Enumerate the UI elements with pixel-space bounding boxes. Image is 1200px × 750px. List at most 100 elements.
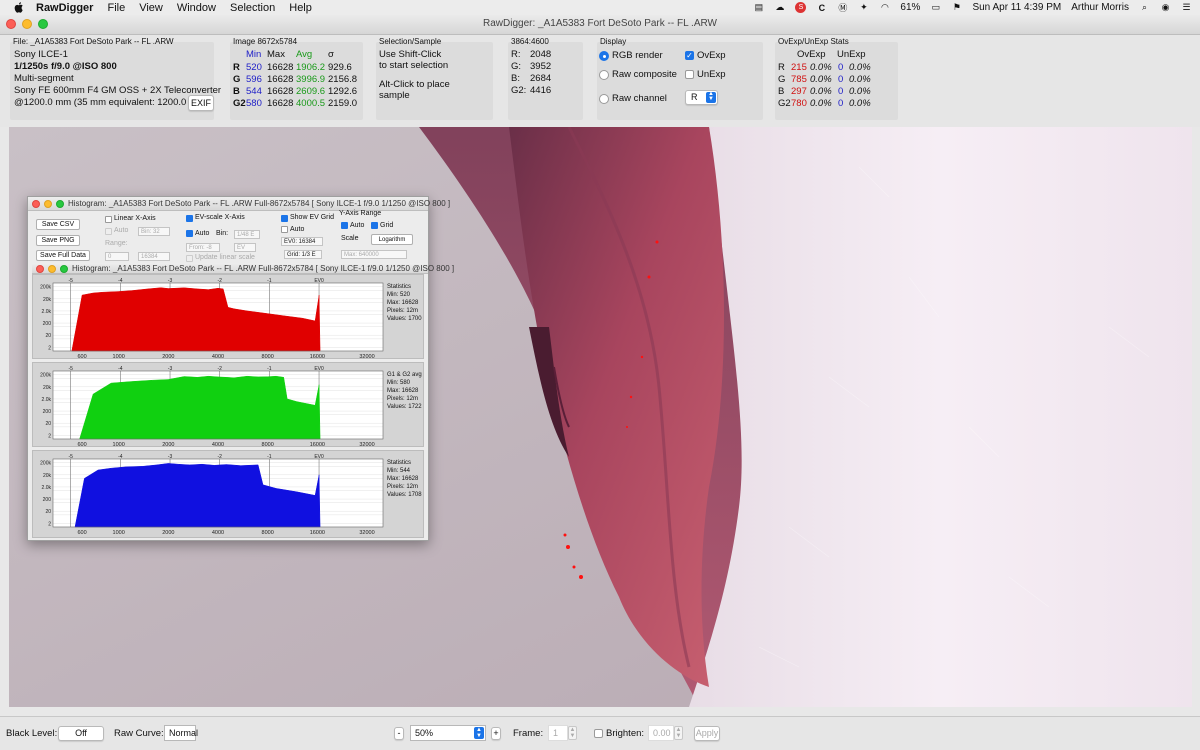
file-label: File: _A1A5383 Fort DeSoto Park -- FL .A… (13, 37, 174, 46)
frame-field[interactable]: 1 (548, 725, 568, 741)
raw-composite-label[interactable]: Raw composite (612, 69, 677, 80)
bird-icon[interactable]: ✦ (858, 2, 869, 13)
histogram-title: Histogram: _A1A5383 Fort DeSoto Park -- … (68, 199, 451, 208)
scale-select[interactable]: Logarithm (371, 234, 413, 245)
show-ev-grid-checkbox[interactable] (281, 215, 288, 222)
save-full-data-button[interactable]: Save Full Data (36, 250, 90, 261)
menu-file[interactable]: File (107, 2, 125, 14)
histogram-titlebar: Histogram: _A1A5383 Fort DeSoto Park -- … (28, 197, 450, 211)
file-info-panel: File: _A1A5383 Fort DeSoto Park -- FL .A… (10, 37, 221, 120)
raw-channel-label[interactable]: Raw channel (612, 93, 667, 104)
histogram-minimize-button[interactable] (44, 200, 52, 208)
y-grid-checkbox[interactable] (371, 222, 378, 229)
ov-row-ch: R (778, 62, 785, 73)
show-ev-grid-label[interactable]: Show EV Grid (290, 214, 334, 221)
histogram-front-zoom-button[interactable] (60, 265, 68, 273)
black-level-button[interactable]: Off (58, 726, 104, 741)
rgb-render-radio[interactable] (599, 51, 609, 61)
ovexp-checkbox[interactable]: ✓ (685, 51, 694, 60)
exif-button[interactable]: EXIF (188, 95, 214, 111)
c-icon[interactable]: C (816, 2, 827, 13)
ovexp-label[interactable]: OvExp (697, 50, 726, 61)
menu-clock[interactable]: Sun Apr 11 4:39 PM (972, 2, 1061, 13)
range-to-field[interactable]: 16384 (138, 252, 170, 261)
ev-auto-checkbox[interactable] (186, 230, 193, 237)
histogram-close-button[interactable] (32, 200, 40, 208)
y-max-field[interactable]: Max: 640000 (341, 250, 407, 259)
apple-menu-icon[interactable] (14, 2, 24, 13)
unexp-checkbox[interactable] (685, 70, 694, 79)
menu-user[interactable]: Arthur Morris (1071, 2, 1129, 13)
menu-selection[interactable]: Selection (230, 2, 275, 14)
control-center-icon[interactable]: ☰ (1181, 2, 1192, 13)
ev-bin-field[interactable]: 1/48 E (234, 230, 260, 239)
unexp-label[interactable]: UnExp (697, 69, 726, 80)
raw-channel-radio[interactable] (599, 94, 609, 104)
wifi-icon[interactable]: ◠ (879, 2, 890, 13)
y-tick-label: 2 (48, 521, 51, 527)
menu-window[interactable]: Window (177, 2, 216, 14)
brighten-label: Brighten: (606, 728, 645, 739)
zoom-select[interactable]: 50% ▲ ▼ (410, 725, 486, 741)
battery-icon[interactable]: ▭ (930, 2, 941, 13)
y-grid-label[interactable]: Grid (380, 222, 393, 229)
linear-auto-checkbox[interactable] (105, 228, 112, 235)
creative-cloud-icon[interactable]: ☁ (774, 2, 785, 13)
ev-from-field[interactable]: From: -8 (186, 243, 220, 252)
ev-scale-label[interactable]: EV-scale X-Axis (195, 214, 245, 221)
histogram-zoom-button[interactable] (56, 200, 64, 208)
x-tick-label: 1000 (113, 354, 125, 360)
save-png-button[interactable]: Save PNG (36, 235, 80, 246)
brighten-field[interactable]: 0.00 (648, 725, 674, 741)
zoom-out-button[interactable]: - (394, 727, 404, 740)
brighten-stepper[interactable]: ▲ ▼ (674, 726, 683, 740)
search-icon[interactable]: ⌕ (1139, 2, 1150, 13)
y-tick-label: 200 (43, 321, 52, 327)
frame-stepper[interactable]: ▲ ▼ (568, 726, 577, 740)
linear-x-checkbox[interactable] (105, 216, 112, 223)
ev-scale-checkbox[interactable] (186, 215, 193, 222)
menu-help[interactable]: Help (289, 2, 312, 14)
m-icon[interactable]: Ⓜ (837, 2, 848, 13)
exposure-info: 1/1250s f/9.0 @ISO 800 (14, 61, 117, 72)
film-icon[interactable]: ▤ (753, 2, 764, 13)
ov-percent: 0.0% (810, 74, 832, 85)
info-pane: File: _A1A5383 Fort DeSoto Park -- FL .A… (0, 35, 1200, 127)
apply-button[interactable]: Apply (694, 726, 720, 741)
y-auto-label[interactable]: Auto (350, 222, 364, 229)
update-linear-checkbox[interactable] (186, 255, 193, 262)
linear-bin-field[interactable]: Bin: 32 (138, 227, 170, 236)
ev0-field[interactable]: EV0: 16384 (281, 237, 323, 246)
save-csv-button[interactable]: Save CSV (36, 219, 80, 230)
raw-curve-field[interactable]: Normal (164, 725, 198, 741)
x-tick-label: 8000 (262, 442, 274, 448)
histogram-front-minimize-button[interactable] (48, 265, 56, 273)
ev-to-field[interactable]: EV (234, 243, 256, 252)
grid-auto-checkbox[interactable] (281, 226, 288, 233)
histogram-panel-blue: 200k 20k 2.0k 200 20 2 -5 -4 -3 -2 -1 EV0 600 1000 200… (32, 450, 424, 538)
raw-composite-radio[interactable] (599, 70, 609, 80)
flag-icon[interactable]: ⚑ (951, 2, 962, 13)
grid-auto-label[interactable]: Auto (290, 226, 304, 233)
y-axis-range-label: Y-Axis Range (339, 210, 382, 217)
linear-x-label[interactable]: Linear X-Axis (114, 215, 156, 222)
un-count: 0 (838, 86, 844, 97)
siri-icon[interactable]: ◉ (1160, 2, 1171, 13)
raw-curve-label: Raw Curve: (114, 728, 164, 739)
menu-app-name[interactable]: RawDigger (36, 2, 93, 14)
s-badge-icon[interactable]: S (795, 2, 807, 13)
menu-view[interactable]: View (139, 2, 163, 14)
ev-auto-label[interactable]: Auto (195, 230, 209, 237)
brighten-checkbox[interactable] (594, 729, 603, 738)
grid-field[interactable]: Grid: 1/3 E (284, 250, 322, 259)
range-from-field[interactable]: 0 (105, 252, 129, 261)
y-tick-label: 200k (40, 373, 51, 379)
sample-ch: R: (511, 49, 521, 60)
channel-select[interactable]: R ▲ ▼ (685, 90, 718, 105)
selection-hint-1: Use Shift-Click (379, 49, 442, 60)
x-tick-label: 600 (77, 354, 86, 360)
y-auto-checkbox[interactable] (341, 222, 348, 229)
histogram-front-close-button[interactable] (36, 265, 44, 273)
rgb-render-label[interactable]: RGB render (612, 50, 663, 61)
zoom-in-button[interactable]: + (491, 727, 501, 740)
